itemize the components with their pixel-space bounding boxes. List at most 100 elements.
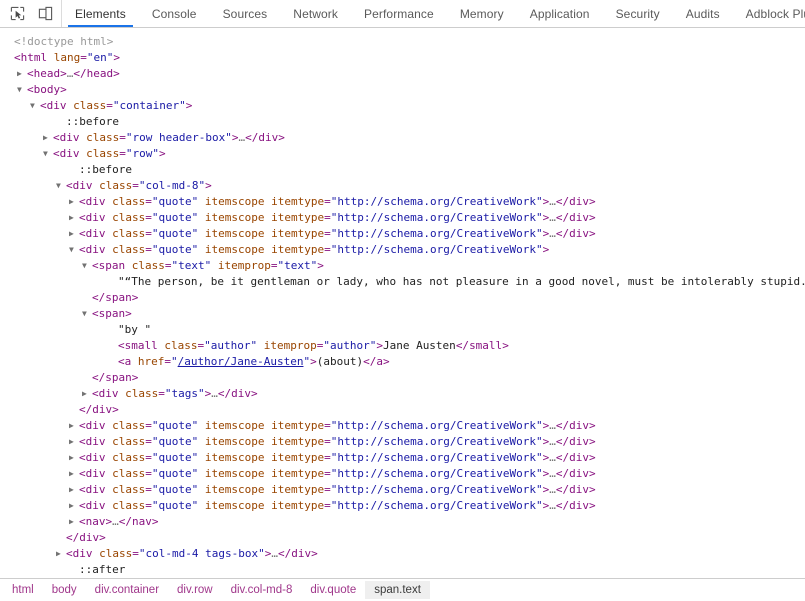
tab-sources[interactable]: Sources	[210, 0, 281, 27]
dom-token-attr: class	[157, 339, 198, 352]
tab-network[interactable]: Network	[280, 0, 351, 27]
dom-tree-line[interactable]: ▶ <div class="quote" itemscope itemtype="…	[0, 418, 805, 434]
expand-triangle-closed-icon[interactable]: ▶	[43, 130, 53, 146]
breadcrumb-item[interactable]: body	[43, 581, 86, 599]
dom-tree-line[interactable]: ▶ <div class="quote" itemscope itemtype="…	[0, 226, 805, 242]
expand-triangle-closed-icon[interactable]: ▶	[69, 434, 79, 450]
device-toolbar-icon[interactable]	[34, 3, 56, 25]
dom-tree-line[interactable]: </div>	[0, 530, 805, 546]
tab-elements[interactable]: Elements	[62, 0, 139, 27]
dom-tree-line[interactable]: ▶ <div class="quote" itemscope itemtype="…	[0, 466, 805, 482]
dom-tree-line[interactable]: ▶ <div class="tags">…</div>	[0, 386, 805, 402]
dom-token-attr: itemtype	[264, 243, 325, 256]
dom-tree-line[interactable]: ▼ <body>	[0, 82, 805, 98]
dom-tree-line[interactable]: ▼ <div class="row">	[0, 146, 805, 162]
dom-tree-line[interactable]: ▶ <nav>…</nav>	[0, 514, 805, 530]
expand-triangle-closed-icon[interactable]: ▶	[69, 466, 79, 482]
dom-token-tag: div	[569, 435, 589, 448]
dom-tree-line[interactable]: ▶ <div class="quote" itemscope itemtype="…	[0, 450, 805, 466]
dom-tree-panel[interactable]: <!doctype html> <html lang="en"> ▶ <head>……	[0, 28, 805, 577]
expand-triangle-closed-icon[interactable]: ▶	[69, 418, 79, 434]
dom-tree-line[interactable]: ▶ <div class="quote" itemscope itemtype="…	[0, 482, 805, 498]
breadcrumb: html body div.container div.row div.col-md-8…	[0, 578, 805, 601]
tab-audits[interactable]: Audits	[673, 0, 733, 27]
dom-tree-line[interactable]: ▶ <div class="quote" itemscope itemtype="…	[0, 498, 805, 514]
dom-token-tag: div	[59, 131, 80, 144]
breadcrumb-item[interactable]: html	[3, 581, 43, 599]
dom-tree-line[interactable]: ▶ <div class="col-md-4 tags-box">…</div>	[0, 546, 805, 562]
dom-token-pun: <	[118, 339, 125, 352]
dom-tree-line[interactable]: <!doctype html>	[0, 34, 805, 50]
expand-triangle-closed-icon[interactable]: ▶	[17, 66, 27, 82]
tab-security[interactable]: Security	[603, 0, 673, 27]
dom-tree-line[interactable]: ::before	[0, 162, 805, 178]
expand-triangle-open-icon[interactable]: ▼	[69, 242, 79, 258]
inspect-element-icon[interactable]	[6, 3, 28, 25]
expand-triangle-open-icon[interactable]: ▼	[17, 82, 27, 98]
dom-token-tag: div	[92, 403, 113, 416]
dom-token-val: "http://schema.org/CreativeWork"	[330, 243, 543, 256]
dom-token-val: "http://schema.org/CreativeWork"	[330, 211, 543, 224]
dom-tree-line[interactable]: ▼ <div class="quote" itemscope itemtype="…	[0, 242, 805, 258]
dom-token-attr: itemscope	[198, 243, 265, 256]
dom-token-pun: <	[79, 451, 86, 464]
expand-triangle-closed-icon[interactable]: ▶	[69, 498, 79, 514]
breadcrumb-item[interactable]: div.container	[86, 581, 168, 599]
expand-triangle-closed-icon[interactable]: ▶	[69, 482, 79, 498]
expand-triangle-closed-icon[interactable]: ▶	[82, 386, 92, 402]
tab-performance[interactable]: Performance	[351, 0, 447, 27]
dom-tree-line[interactable]: ▼ <span class="text" itemprop="text">	[0, 258, 805, 274]
expand-triangle-closed-icon[interactable]: ▶	[56, 546, 66, 562]
expand-triangle-open-icon[interactable]: ▼	[82, 306, 92, 322]
tab-console[interactable]: Console	[139, 0, 210, 27]
breadcrumb-item[interactable]: span.text	[365, 581, 430, 599]
dom-token-attr: itemscope	[198, 499, 265, 512]
dom-tree-line[interactable]: "“The person, be it gentleman or lady, w…	[0, 274, 805, 290]
dom-tree-line[interactable]: ▶ <div class="row header-box">…</div>	[0, 130, 805, 146]
tab-memory[interactable]: Memory	[447, 0, 517, 27]
expand-triangle-closed-icon[interactable]: ▶	[69, 450, 79, 466]
dom-tree-line[interactable]: ▼ <span>	[0, 306, 805, 322]
tab-application[interactable]: Application	[517, 0, 603, 27]
dom-tree-line[interactable]: </div>	[0, 402, 805, 418]
expand-triangle-closed-icon[interactable]: ▶	[69, 194, 79, 210]
expand-triangle-closed-icon[interactable]: ▶	[69, 514, 79, 530]
dom-tree-line[interactable]: ▼ <div class="container">	[0, 98, 805, 114]
dom-token-tag: span	[105, 371, 132, 384]
tab-adblock-plus[interactable]: Adblock Plus	[733, 0, 805, 27]
dom-tree-line[interactable]: "by "	[0, 322, 805, 338]
dom-token-pun: <	[79, 515, 86, 528]
dom-tree-line[interactable]: ::after	[0, 562, 805, 577]
expand-triangle-open-icon[interactable]: ▼	[82, 258, 92, 274]
breadcrumb-item[interactable]: div.quote	[301, 581, 365, 599]
dom-tree-line[interactable]: ▶ <div class="quote" itemscope itemtype="…	[0, 194, 805, 210]
dom-token-pun: >	[112, 403, 119, 416]
dom-tree-line[interactable]: <a href="/author/Jane-Austen">(about)</a…	[0, 354, 805, 370]
expand-triangle-closed-icon[interactable]: ▶	[69, 226, 79, 242]
dom-tree-line[interactable]: ▶ <div class="quote" itemscope itemtype="…	[0, 210, 805, 226]
dom-token-pun: >	[310, 355, 317, 368]
dom-tree-line[interactable]: ::before	[0, 114, 805, 130]
dom-tree-line[interactable]: <small class="author" itemprop="author">…	[0, 338, 805, 354]
dom-tree-line[interactable]: </span>	[0, 290, 805, 306]
dom-tree-line[interactable]: </span>	[0, 370, 805, 386]
dom-token-pun: >	[113, 67, 120, 80]
dom-tree-line[interactable]: ▼ <div class="col-md-8">	[0, 178, 805, 194]
expand-triangle-open-icon[interactable]: ▼	[56, 178, 66, 194]
dom-tree-line[interactable]: <html lang="en">	[0, 50, 805, 66]
expand-triangle-closed-icon[interactable]: ▶	[69, 210, 79, 226]
dom-token-pun: =	[324, 195, 331, 208]
dom-tree-line[interactable]: ▶ <head>…</head>	[0, 66, 805, 82]
dom-token-pun: =	[145, 195, 152, 208]
breadcrumb-item[interactable]: div.col-md-8	[222, 581, 302, 599]
expand-triangle-open-icon[interactable]: ▼	[30, 98, 40, 114]
dom-token-val: "col-md-4 tags-box"	[138, 547, 265, 560]
dom-token-tag: div	[569, 419, 589, 432]
dom-token-lnk[interactable]: /author/Jane-Austen	[178, 355, 304, 368]
breadcrumb-item[interactable]: div.row	[168, 581, 222, 599]
dom-token-attr: itemscope	[198, 211, 265, 224]
expand-triangle-open-icon[interactable]: ▼	[43, 146, 53, 162]
dom-tree-line[interactable]: ▶ <div class="quote" itemscope itemtype="…	[0, 434, 805, 450]
